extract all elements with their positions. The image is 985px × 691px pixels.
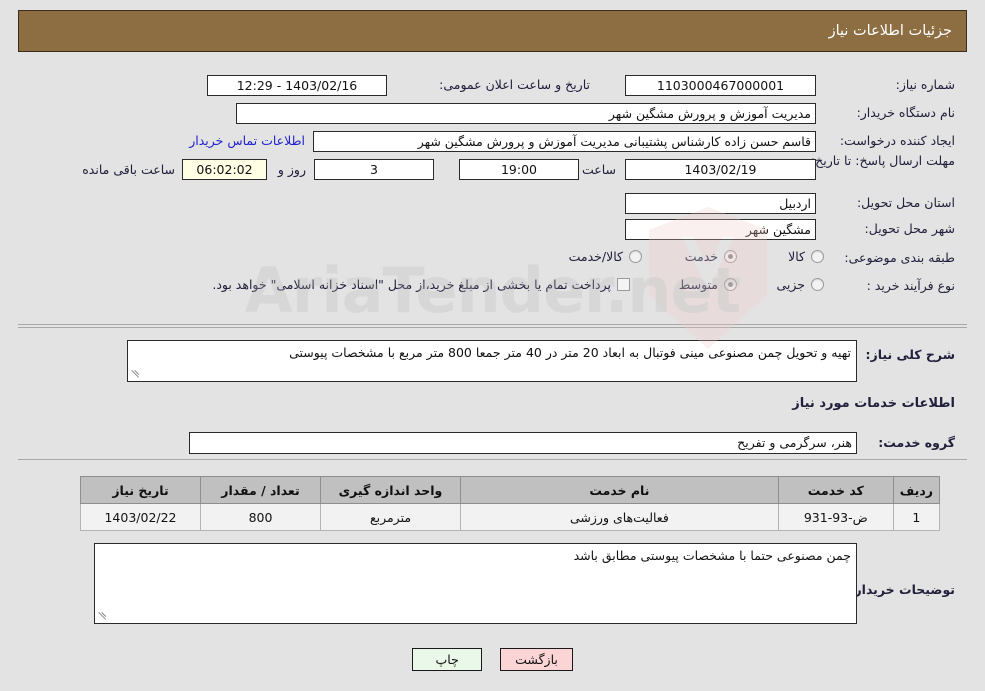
deadline-label: مهلت ارسال پاسخ: تا تاریخ:: [810, 153, 955, 168]
announce-datetime-label: تاریخ و ساعت اعلان عمومی:: [439, 77, 590, 92]
category-radio-khedmat[interactable]: [724, 250, 737, 263]
resize-handle-icon[interactable]: [130, 368, 142, 380]
col-index: ردیف: [892, 476, 941, 504]
category-label: طبقه بندی موضوعی:: [844, 250, 955, 265]
general-info-panel: شماره نیاز: 1103000467000001 تاریخ و ساع…: [18, 63, 967, 325]
treasury-checkbox-label: پرداخت تمام یا بخشی از مبلغ خرید،از محل …: [212, 277, 611, 292]
footer-button-bar: بازگشت چاپ: [0, 648, 985, 671]
city-label: شهر محل تحویل:: [864, 221, 955, 236]
province-row: استان محل تحویل:: [857, 195, 955, 210]
need-number-row: شماره نیاز:: [896, 77, 955, 92]
service-group-label: گروه خدمت:: [878, 435, 955, 450]
back-button[interactable]: بازگشت: [500, 648, 573, 671]
cell-service-code: ض-93-931: [777, 503, 894, 531]
announce-datetime-row: تاریخ و ساعت اعلان عمومی:: [439, 77, 590, 92]
category-radio-kala[interactable]: [811, 250, 824, 263]
cell-quantity: 800: [200, 503, 321, 531]
purchase-label-jozii: جزیی: [776, 277, 805, 292]
city-row: شهر محل تحویل:: [865, 221, 955, 236]
purchase-option-jozii[interactable]: جزیی: [774, 277, 824, 292]
deadline-time-label: ساعت: [581, 162, 616, 177]
province-label: استان محل تحویل:: [856, 195, 955, 210]
buyer-org-value: مدیریت آموزش و پرورش مشگین شهر: [236, 103, 816, 124]
col-service-code: کد خدمت: [777, 476, 894, 504]
purchase-type-row: نوع فرآیند خرید :: [867, 278, 955, 293]
description-panel: شرح کلی نیاز: تهیه و تحویل چمن مصنوعی می…: [18, 327, 967, 460]
buyer-notes-value: چمن مصنوعی حتما با مشخصات پیوستی مطابق ب…: [573, 548, 851, 563]
treasury-checkbox[interactable]: [617, 278, 630, 291]
category-option-kala-khedmat[interactable]: کالا/خدمت: [567, 249, 642, 264]
need-number-value: 1103000467000001: [625, 75, 816, 96]
requester-value: قاسم حسن زاده کارشناس پشتیبانی مدیریت آم…: [313, 131, 816, 152]
province-value: اردبیل: [625, 193, 816, 214]
description-textarea[interactable]: تهیه و تحویل چمن مصنوعی مینی فوتبال به ا…: [127, 340, 857, 382]
deadline-time-value: 19:00: [459, 159, 579, 180]
cell-index: 1: [892, 503, 941, 531]
description-label: شرح کلی نیاز:: [865, 347, 955, 362]
services-table: ردیف کد خدمت نام خدمت واحد اندازه گیری ت…: [80, 476, 941, 531]
purchase-radio-motevaset[interactable]: [724, 278, 737, 291]
table-row: 1 ض-93-931 فعالیت‌های ورزشی مترمربع 800 …: [80, 503, 941, 531]
cell-need-date: 1403/02/22: [80, 503, 201, 531]
services-table-panel: ردیف کد خدمت نام خدمت واحد اندازه گیری ت…: [18, 462, 967, 637]
category-label-kala-khedmat: کالا/خدمت: [568, 249, 623, 264]
category-radio-kala-khedmat[interactable]: [629, 250, 642, 263]
description-value: تهیه و تحویل چمن مصنوعی مینی فوتبال به ا…: [289, 345, 851, 360]
col-service-name: نام خدمت: [460, 476, 779, 504]
resize-handle-icon-notes[interactable]: [97, 610, 109, 622]
purchase-type-label: نوع فرآیند خرید :: [866, 278, 955, 293]
table-header-row: ردیف کد خدمت نام خدمت واحد اندازه گیری ت…: [80, 476, 941, 504]
buyer-org-label: نام دستگاه خریدار:: [856, 105, 955, 120]
need-number-label: شماره نیاز:: [895, 77, 955, 92]
announce-datetime-value: 1403/02/16 - 12:29: [207, 75, 387, 96]
requester-label: ایجاد کننده درخواست:: [839, 133, 955, 148]
remaining-clock-value: 06:02:02: [182, 159, 267, 180]
col-unit: واحد اندازه گیری: [320, 476, 461, 504]
category-label-kala: کالا: [788, 249, 805, 264]
purchase-label-motevaset: متوسط: [678, 277, 718, 292]
print-button[interactable]: چاپ: [412, 648, 483, 671]
buyer-org-row: نام دستگاه خریدار:: [857, 105, 955, 120]
cell-service-name: فعالیت‌های ورزشی: [460, 503, 779, 531]
deadline-date-value: 1403/02/19: [625, 159, 816, 180]
category-option-kala[interactable]: کالا: [786, 249, 824, 264]
category-row: طبقه بندی موضوعی:: [844, 250, 955, 265]
col-need-date: تاریخ نیاز: [80, 476, 201, 504]
col-quantity: تعداد / مقدار: [200, 476, 321, 504]
service-group-value: هنر، سرگرمی و تفریح: [189, 432, 857, 454]
purchase-radio-jozii[interactable]: [811, 278, 824, 291]
page-header: جزئیات اطلاعات نیاز: [18, 10, 967, 52]
category-label-khedmat: خدمت: [684, 249, 718, 264]
purchase-option-motevaset[interactable]: متوسط: [677, 277, 737, 292]
remaining-clock-label: ساعت باقی مانده: [82, 162, 175, 177]
city-value: مشگین شهر: [625, 219, 816, 240]
services-section-title: اطلاعات خدمات مورد نیاز: [792, 396, 955, 411]
buyer-contact-link[interactable]: اطلاعات تماس خریدار: [189, 133, 305, 148]
requester-row: ایجاد کننده درخواست:: [840, 133, 955, 148]
page-root: جزئیات اطلاعات نیاز شماره نیاز: 11030004…: [0, 0, 985, 691]
page-title: جزئیات اطلاعات نیاز: [828, 23, 952, 39]
category-option-khedmat[interactable]: خدمت: [683, 249, 737, 264]
buyer-notes-label: توضیحات خریدار:: [849, 582, 955, 597]
buyer-notes-textarea[interactable]: چمن مصنوعی حتما با مشخصات پیوستی مطابق ب…: [94, 543, 857, 624]
remaining-days-label: روز و: [277, 162, 306, 177]
cell-unit: مترمربع: [320, 503, 461, 531]
remaining-days-value: 3: [314, 159, 434, 180]
deadline-row: مهلت ارسال پاسخ: تا تاریخ:: [811, 153, 955, 169]
treasury-checkbox-group[interactable]: پرداخت تمام یا بخشی از مبلغ خرید،از محل …: [210, 277, 630, 292]
